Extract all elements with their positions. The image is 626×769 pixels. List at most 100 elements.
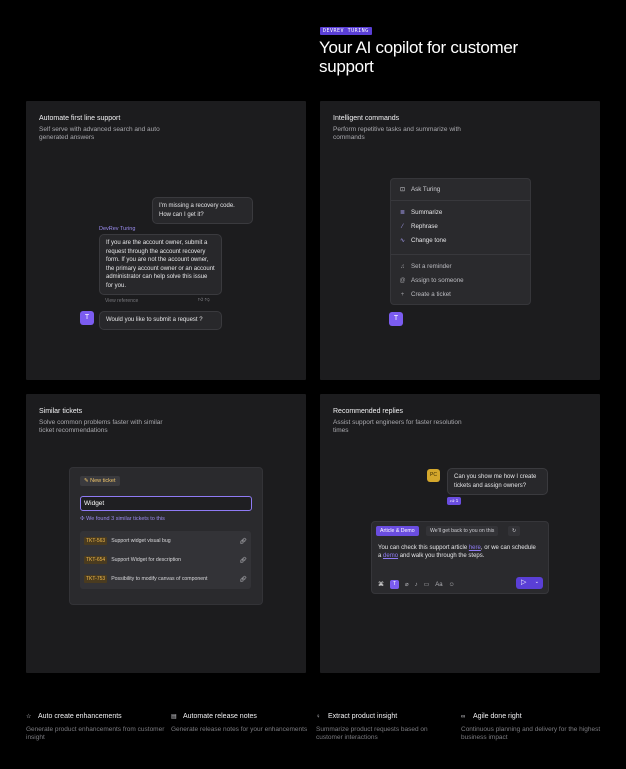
card-recommended-replies: Recommended replies Assist support engin… [320, 394, 600, 673]
turing-avatar: T [80, 311, 94, 325]
feature-title: Automate release notes [183, 713, 257, 720]
ticket-row[interactable]: TKT-563 Support widget visual bug 🔗︎ [84, 534, 247, 548]
mic-icon[interactable]: ♪ [415, 582, 418, 588]
reply-text: You can check this support article [378, 545, 469, 551]
send-button[interactable]: ▷ ⌄ [516, 577, 543, 589]
card-title: Recommended replies [333, 408, 404, 415]
reply-text: and walk you through the steps. [398, 553, 485, 559]
menu-item-label: Summarize [411, 209, 443, 216]
emoji-icon[interactable]: ☺ [449, 582, 455, 588]
ticket-panel: ✎ New ticket Widget ✣ We found 3 similar… [69, 467, 263, 605]
magic-wand-icon: ⁄ [401, 223, 403, 230]
feature-product-insight: ♀ Extract product insight Summarize produ… [316, 713, 456, 742]
tab-article-demo[interactable]: Article & Demo [376, 526, 419, 536]
feature-title: Auto create enhancements [38, 713, 122, 720]
customer-message-bubble: Can you show me how I create tickets and… [447, 468, 548, 495]
send-icon: ▷ [521, 579, 527, 586]
feature-auto-enhancements: ☆ Auto create enhancements Generate produ… [26, 713, 166, 742]
ticket-title: Support Widget for description [111, 557, 181, 563]
new-ticket-label: New ticket [90, 478, 116, 484]
chevron-down-icon[interactable]: ⌄ [535, 579, 539, 585]
view-reference-link[interactable]: View reference [105, 298, 138, 304]
bot-reply-bubble: If you are the account owner, submit a r… [99, 234, 222, 295]
bell-icon: ♫ [400, 263, 405, 270]
turing-avatar: T [389, 312, 403, 326]
found-label: We found 3 similar tickets to this [86, 516, 165, 522]
menu-item-summarize[interactable]: ≣ Summarize [399, 209, 442, 216]
ticket-title: Support widget visual bug [111, 538, 171, 544]
command-menu: ⊡ Ask Turing ≣ Summarize ⁄ Rephrase ∿ Ch… [390, 178, 531, 305]
menu-item-change-tone[interactable]: ∿ Change tone [399, 237, 446, 244]
ticket-id: TKT-563 [84, 537, 108, 545]
loop-icon: ∞ [461, 713, 466, 720]
menu-item-rephrase[interactable]: ⁄ Rephrase [399, 223, 438, 230]
card-commands: Intelligent commands Perform repetitive … [320, 101, 600, 380]
reaction-badge[interactable]: 👍︎ 1 [447, 497, 461, 505]
summarize-icon: ≣ [399, 210, 406, 216]
ticket-row[interactable]: TKT-753 Possibility to modify canvas of … [84, 572, 247, 586]
ticket-id: TKT-753 [84, 575, 108, 583]
star-icon: ☆ [26, 714, 32, 720]
feature-desc: Continuous planning and delivery for the… [461, 726, 601, 741]
reaction-count: 1 [455, 498, 459, 503]
link-icon[interactable]: 🔗︎ [239, 557, 247, 564]
bot-question-bubble: Would you like to submit a request ? [99, 311, 222, 330]
menu-item-create-ticket[interactable]: + Create a ticket [399, 291, 451, 298]
divider [391, 200, 530, 201]
link-icon[interactable]: 🔗︎ [239, 538, 247, 545]
customer-avatar: PC [427, 469, 440, 482]
feature-agile: ∞ Agile done right Continuous planning an… [461, 713, 601, 742]
article-link[interactable]: here [469, 545, 481, 551]
card-automate: Automate first line support Self serve w… [26, 101, 306, 380]
menu-item-label: Rephrase [411, 223, 438, 230]
menu-header-label: Ask Turing [411, 186, 441, 193]
turing-toolbar-icon[interactable]: T [390, 580, 399, 589]
card-subtitle: Perform repetitive tasks and summarize w… [333, 126, 461, 141]
bot-name: DevRev Turing [99, 226, 136, 232]
card-title: Similar tickets [39, 408, 83, 415]
card-title: Automate first line support [39, 115, 121, 122]
menu-item-assign[interactable]: @ Assign to someone [399, 277, 463, 284]
tab-get-back[interactable]: We'll get back to you on this [426, 526, 499, 536]
ticket-row[interactable]: TKT-654 Support Widget for description 🔗… [84, 553, 247, 567]
menu-item-label: Create a ticket [411, 291, 451, 298]
card-similar-tickets: Similar tickets Solve common problems fa… [26, 394, 306, 673]
video-icon[interactable]: ▭ [424, 581, 430, 588]
link-icon[interactable]: 🔗︎ [239, 576, 247, 583]
thumbs-feedback-icon[interactable]: 👍︎ 👎︎ [198, 297, 210, 303]
card-title: Intelligent commands [333, 115, 400, 122]
feature-desc: Summarize product requests based on cust… [316, 726, 428, 741]
menu-item-label: Set a reminder [411, 263, 452, 270]
composer-toolbar: ⌘ T ⌀ ♪ ▭ Aa ☺ [378, 580, 455, 589]
ticket-title: Possibility to modify canvas of componen… [111, 576, 208, 582]
ticket-title-input[interactable]: Widget [80, 496, 252, 511]
ticket-id: TKT-654 [84, 556, 108, 564]
feature-desc: Generate product enhancements from custo… [26, 726, 165, 741]
reply-composer: Article & Demo We'll get back to you on … [371, 521, 549, 594]
format-text-icon[interactable]: Aa [435, 582, 442, 588]
feature-desc: Generate release notes for your enhancem… [171, 726, 308, 733]
feature-release-notes: ▤ Automate release notes Generate release… [171, 713, 311, 734]
wave-icon: ∿ [399, 238, 406, 244]
menu-item-set-reminder[interactable]: ♫ Set a reminder [399, 263, 452, 270]
feature-title: Agile done right [473, 713, 522, 720]
feature-title: Extract product insight [328, 713, 398, 720]
turing-icon: ⊡ [399, 187, 406, 193]
menu-item-label: Change tone [411, 237, 447, 244]
user-message-bubble: I'm missing a recovery code. How can I g… [152, 197, 253, 224]
thumbs-up-icon: 👍︎ [449, 498, 455, 503]
demo-link[interactable]: demo [383, 553, 398, 559]
notes-icon: ▤ [171, 714, 177, 720]
page-title: Your AI copilot for customer support [319, 38, 518, 76]
ask-turing-header[interactable]: ⊡ Ask Turing [399, 186, 440, 193]
bulb-icon: ♀ [316, 713, 321, 720]
divider [391, 254, 530, 255]
new-ticket-button[interactable]: ✎ New ticket [80, 476, 120, 486]
attach-icon[interactable]: ⌀ [405, 581, 409, 588]
command-icon[interactable]: ⌘ [378, 581, 384, 588]
suggested-reply-text[interactable]: You can check this support article here,… [378, 544, 538, 560]
refresh-icon[interactable]: ↻ [508, 526, 521, 536]
similar-ticket-list: TKT-563 Support widget visual bug 🔗︎ TKT… [80, 531, 251, 589]
similar-found-text: ✣ We found 3 similar tickets to this [80, 516, 165, 522]
plus-icon: + [400, 291, 405, 298]
